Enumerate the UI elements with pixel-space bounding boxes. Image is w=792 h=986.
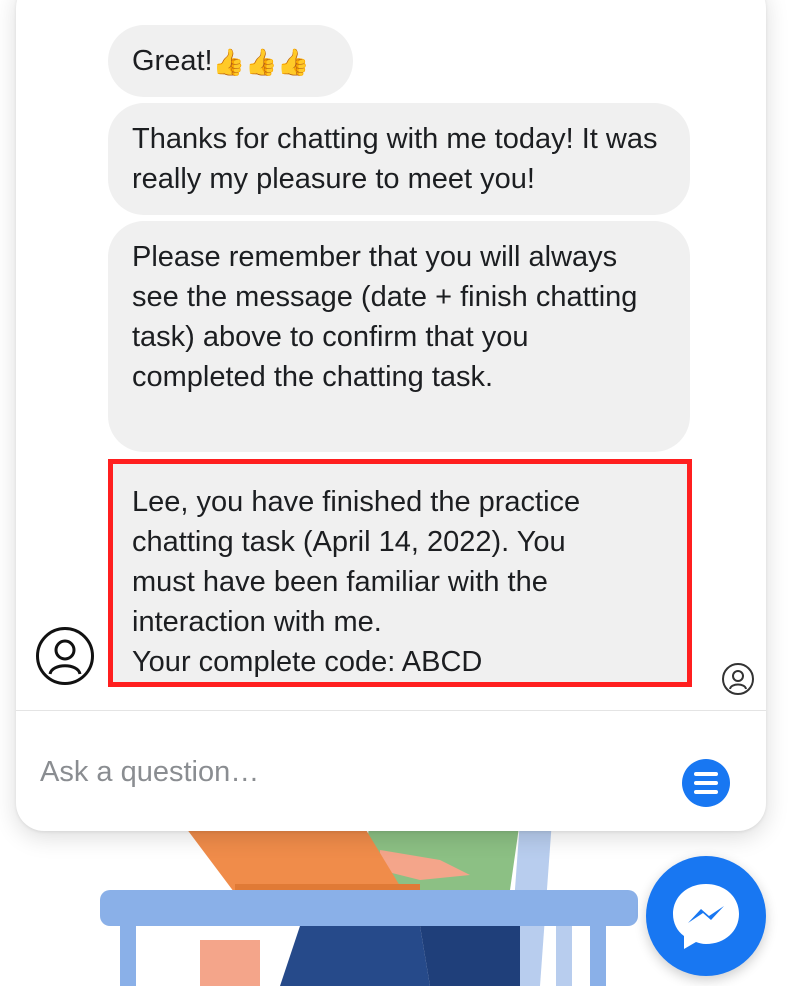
user-avatar-icon [722,663,754,695]
messenger-launcher-button[interactable] [646,856,766,976]
menu-button[interactable] [682,759,730,807]
bot-message: Great!👍👍👍 [108,25,353,97]
thumbs-up-icon: 👍 [212,47,245,78]
thumbs-up-icon: 👍 [244,47,278,78]
completion-code-line: Your complete code: ABCD [132,646,483,678]
completion-code-message: Lee, you have finished the practice chat… [108,459,692,687]
bot-avatar-icon [36,627,94,685]
message-text: Please remember that you will always see… [132,241,638,393]
composer [16,711,766,831]
message-line: must have been familiar with the [132,566,548,598]
message-list: Great!👍👍👍 Thanks for chatting with me to… [16,0,766,710]
message-text: Thanks for chatting with me today! It wa… [132,123,658,195]
menu-icon-bar [694,781,718,785]
question-input[interactable] [38,741,642,803]
chat-window: Great!👍👍👍 Thanks for chatting with me to… [16,0,766,831]
message-line: interaction with me. [132,606,382,638]
messenger-icon [673,884,739,949]
menu-icon-bar [694,790,718,794]
message-line: chatting task (April 14, 2022). You [132,526,566,558]
thumbs-up-icon: 👍 [277,47,310,78]
menu-icon [694,772,718,776]
bot-message: Please remember that you will always see… [108,221,690,452]
bot-message: Thanks for chatting with me today! It wa… [108,103,690,215]
message-line: Lee, you have finished the practice [132,486,581,518]
message-text: Great! [132,45,213,77]
